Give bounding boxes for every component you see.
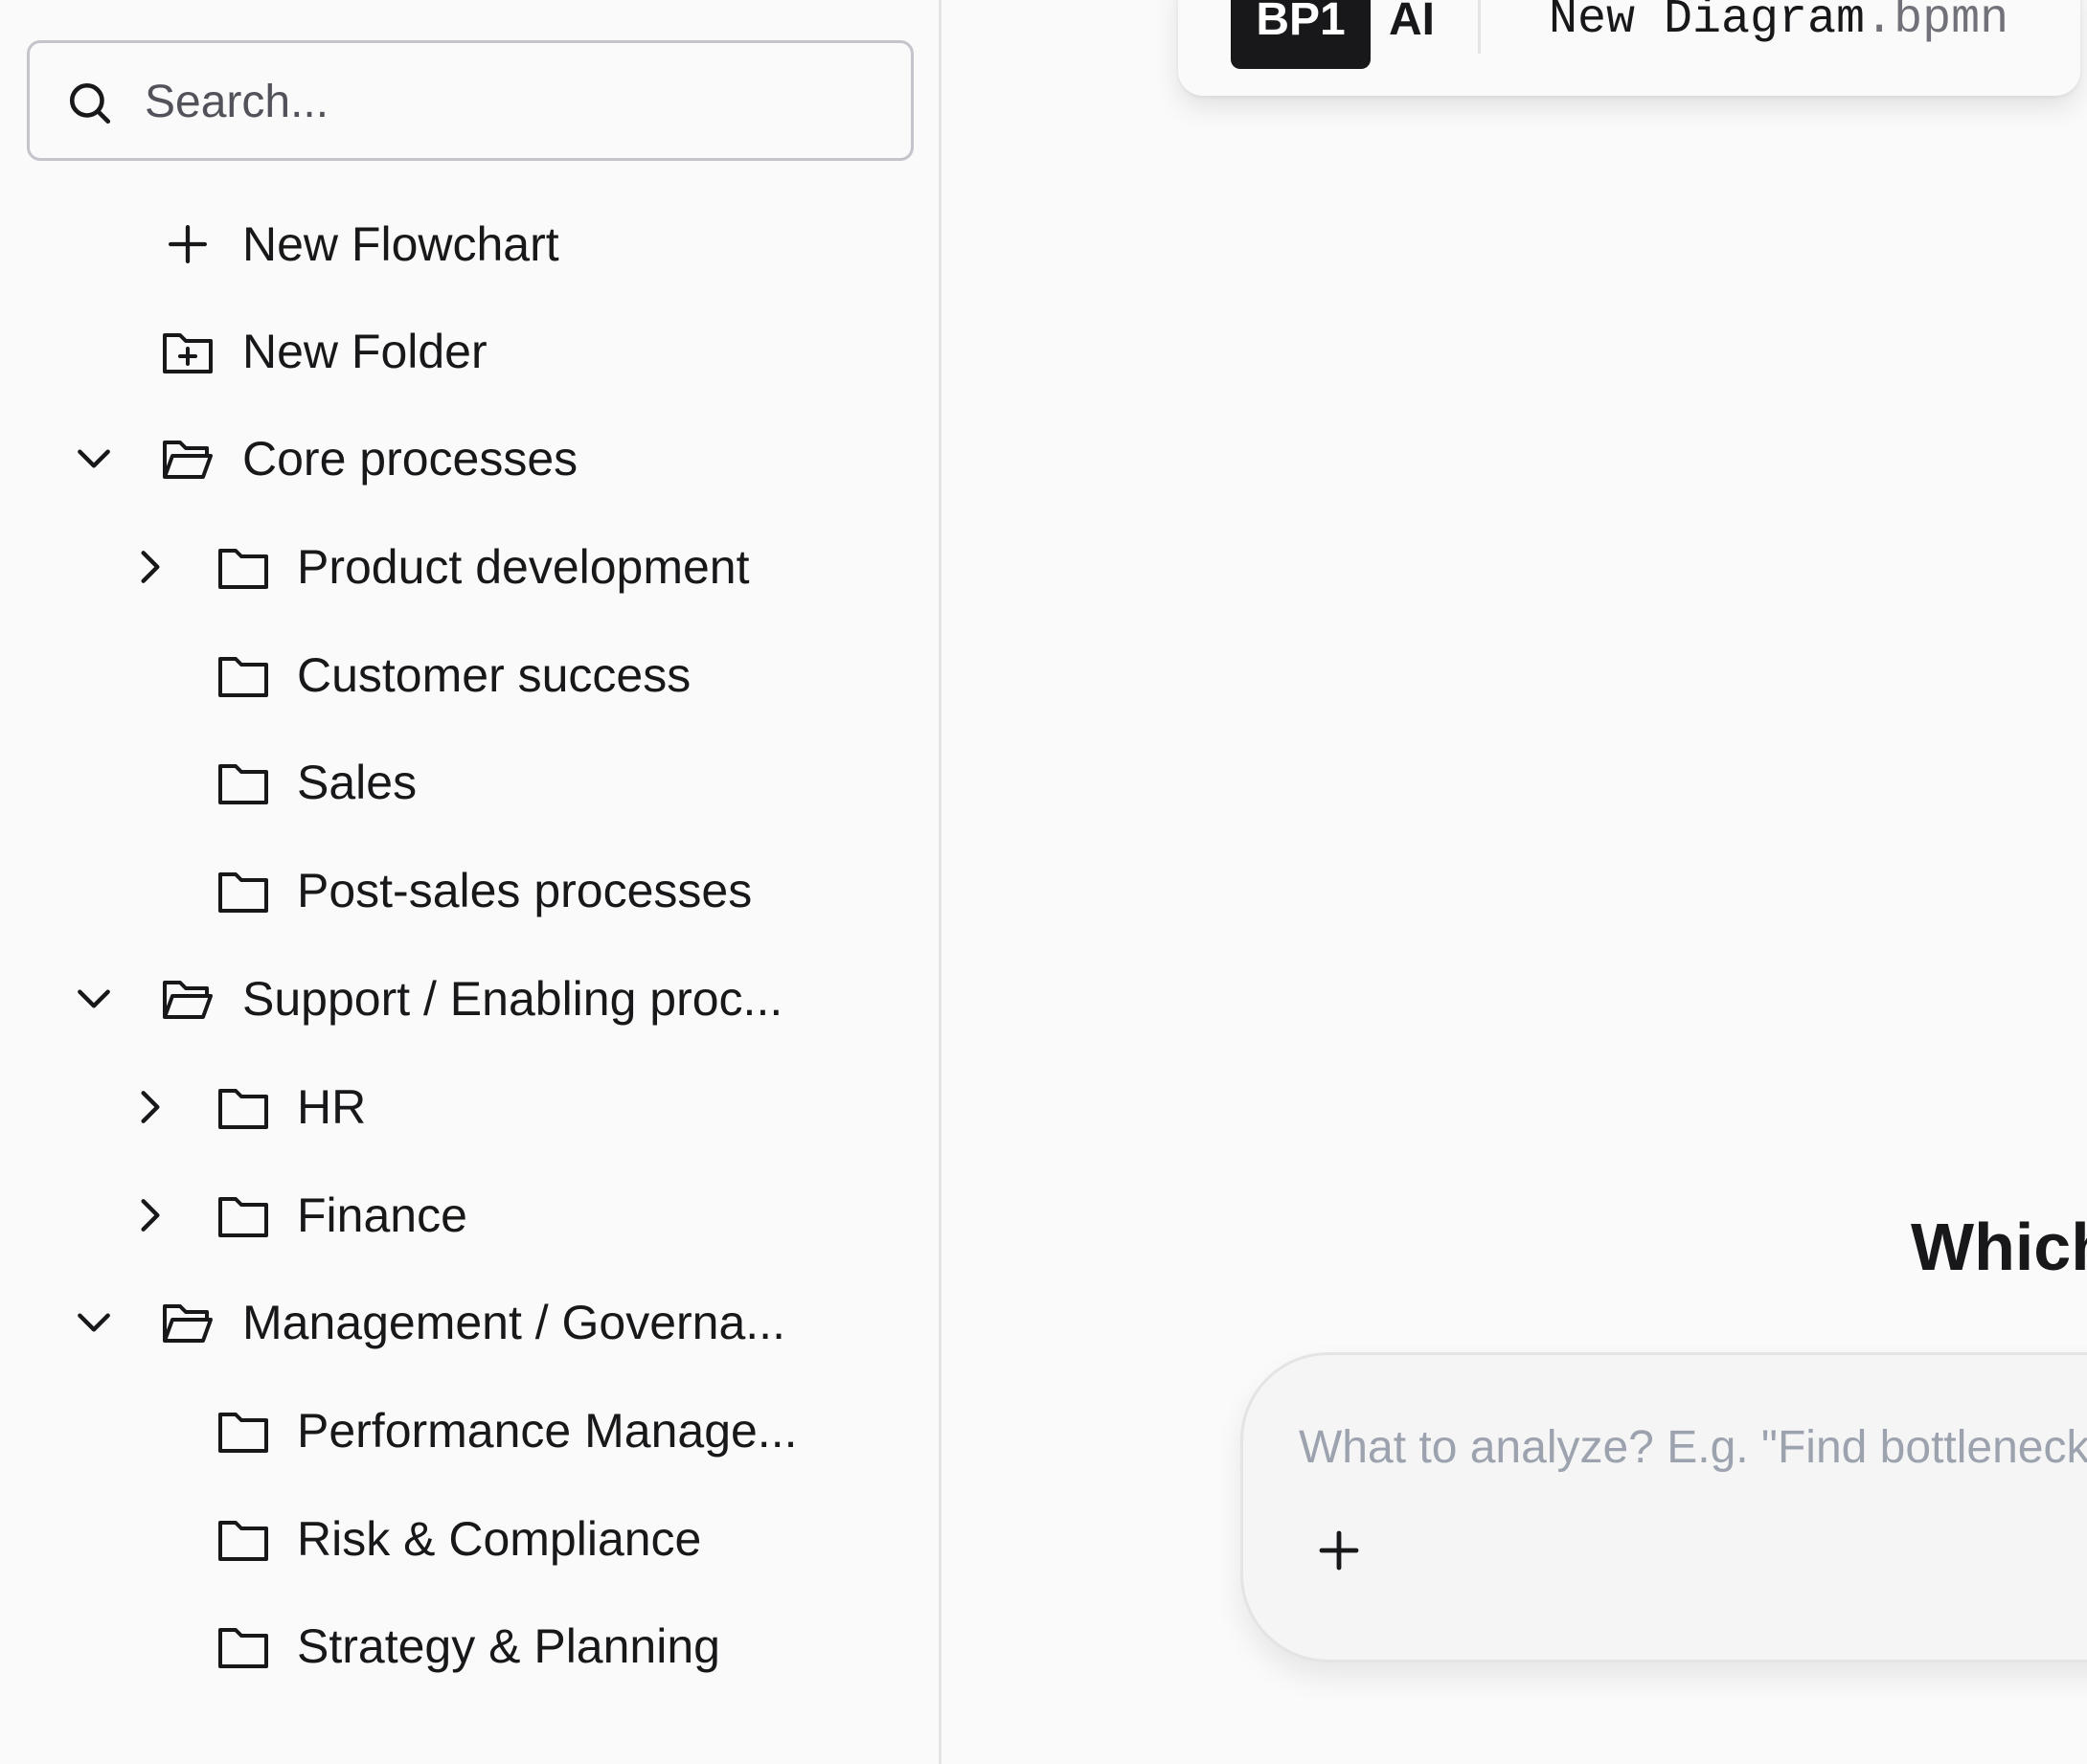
tree-folder-label: Core processes xyxy=(242,432,578,486)
folder-plus-icon xyxy=(163,333,213,373)
tree-folder-strategy-planning[interactable]: Strategy & Planning xyxy=(0,1598,919,1694)
new-folder-button[interactable]: New Folder xyxy=(0,304,919,399)
prompt-input[interactable] xyxy=(1297,1413,2087,1481)
chevron-down-icon[interactable] xyxy=(73,438,115,480)
folder-icon xyxy=(218,1089,268,1129)
tree-folder-post-sales[interactable]: Post-sales processes xyxy=(0,843,919,939)
ai-label[interactable]: AI xyxy=(1389,0,1435,50)
filename-extension: .bpmn xyxy=(1865,0,2009,47)
folder-open-icon xyxy=(163,441,213,479)
tree-folder-label: Strategy & Planning xyxy=(297,1619,720,1673)
tree-folder-label: Performance Manage... xyxy=(297,1404,798,1458)
tree-folder-label: Finance xyxy=(297,1188,467,1242)
tree-folder-label: Risk & Compliance xyxy=(297,1512,702,1566)
sidebar: New Flowchart New Folder Core processes … xyxy=(0,0,941,1764)
filename-base: New Diagram xyxy=(1549,0,1866,47)
folder-icon xyxy=(218,549,268,589)
tree-folder-management-governance[interactable]: Management / Governa... xyxy=(0,1275,919,1370)
plus-icon xyxy=(169,225,207,264)
search-input[interactable] xyxy=(143,43,874,160)
chevron-right-icon[interactable] xyxy=(129,1194,171,1236)
folder-icon xyxy=(218,1413,268,1453)
chevron-right-icon[interactable] xyxy=(129,1086,171,1128)
tree-folder-support-enabling[interactable]: Support / Enabling proc... xyxy=(0,951,919,1047)
folder-icon xyxy=(218,1521,268,1561)
tree-folder-label: Management / Governa... xyxy=(242,1296,785,1349)
folder-icon xyxy=(218,764,268,804)
prompt-box[interactable] xyxy=(1240,1352,2087,1662)
main-heading: Which xyxy=(1911,1210,2087,1284)
tree-folder-hr[interactable]: HR xyxy=(0,1059,919,1155)
toolbar-divider xyxy=(1478,0,1481,54)
new-flowchart-label: New Flowchart xyxy=(242,217,559,271)
tree-folder-customer-success[interactable]: Customer success xyxy=(0,627,919,723)
chevron-right-icon[interactable] xyxy=(129,546,171,588)
plus-icon xyxy=(1319,1530,1359,1571)
tree-folder-label: Product development xyxy=(297,540,750,594)
tree-folder-label: Support / Enabling proc... xyxy=(242,972,783,1026)
tree-folder-performance-management[interactable]: Performance Manage... xyxy=(0,1383,919,1479)
folder-icon xyxy=(218,1197,268,1237)
folder-icon xyxy=(218,657,268,697)
folder-open-icon xyxy=(163,1304,213,1343)
tree-folder-label: HR xyxy=(297,1080,367,1134)
diagram-filename[interactable]: New Diagram.bpmn xyxy=(1549,0,2008,50)
tree-folder-product-development[interactable]: Product development xyxy=(0,519,919,615)
tree-folder-label: Customer success xyxy=(297,648,692,702)
search-box[interactable] xyxy=(27,40,914,161)
tree-folder-label: Sales xyxy=(297,756,418,809)
attach-button[interactable] xyxy=(1312,1524,1366,1577)
chevron-down-icon[interactable] xyxy=(73,978,115,1020)
folder-open-icon xyxy=(163,981,213,1019)
tree-folder-finance[interactable]: Finance xyxy=(0,1167,919,1263)
search-icon xyxy=(69,82,111,124)
chevron-down-icon[interactable] xyxy=(73,1301,115,1344)
folder-icon xyxy=(218,872,268,913)
tree-folder-core-processes[interactable]: Core processes xyxy=(0,411,919,507)
top-toolbar: BP1 AI New Diagram.bpmn xyxy=(1178,0,2080,96)
tree-folder-sales[interactable]: Sales xyxy=(0,735,919,830)
new-folder-label: New Folder xyxy=(242,325,488,378)
tree-folder-risk-compliance[interactable]: Risk & Compliance xyxy=(0,1491,919,1587)
project-badge[interactable]: BP1 xyxy=(1231,0,1371,69)
folder-icon xyxy=(218,1628,268,1668)
new-flowchart-button[interactable]: New Flowchart xyxy=(0,196,919,292)
tree-folder-label: Post-sales processes xyxy=(297,864,753,917)
